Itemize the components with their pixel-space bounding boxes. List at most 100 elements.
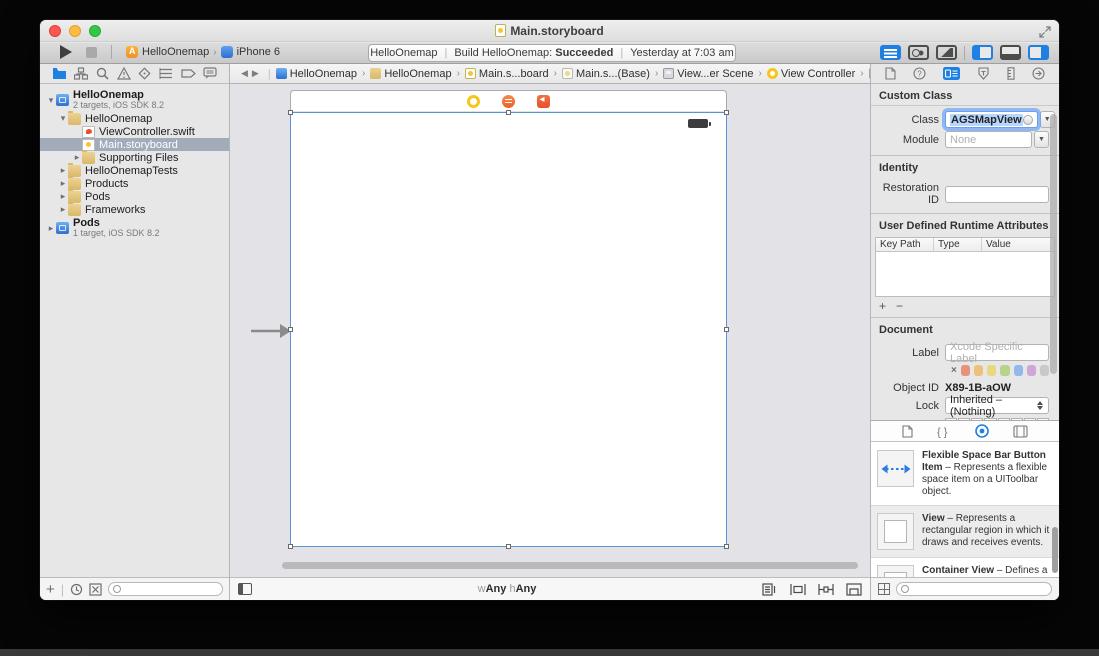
resize-handle-left[interactable] [288, 326, 293, 332]
back-button[interactable]: ◀ [241, 68, 252, 78]
document-label-field[interactable]: Xcode Specific Label [945, 341, 1049, 365]
column-key-path[interactable]: Key Path [876, 238, 934, 251]
standard-editor-button[interactable] [880, 45, 901, 60]
resize-handle-top-right[interactable] [724, 110, 729, 115]
library-item-flexible-space[interactable]: Flexible Space Bar Button Item – Represe… [871, 443, 1059, 506]
library-view-mode-icon[interactable] [878, 583, 890, 595]
identity-inspector-tab-selected[interactable] [943, 67, 960, 80]
first-responder-dock-icon[interactable] [502, 94, 515, 108]
clear-color-button[interactable]: × [951, 365, 957, 376]
toggle-navigator-button[interactable] [972, 45, 993, 60]
color-swatch-orange[interactable] [974, 365, 984, 376]
recent-files-filter-icon[interactable] [70, 583, 83, 596]
forward-button[interactable]: ▶ [252, 68, 263, 78]
map-view-selected[interactable] [288, 110, 729, 549]
tree-row-frameworks[interactable]: ▸ Frameworks [40, 201, 229, 216]
storyboard-canvas[interactable] [230, 84, 870, 577]
symbol-navigator-tab[interactable] [74, 67, 89, 80]
disclosure-triangle[interactable]: ▸ [46, 223, 56, 234]
color-swatch-red[interactable] [960, 365, 971, 376]
resize-handle-bottom-center[interactable] [505, 544, 511, 549]
color-swatch-yellow[interactable] [987, 365, 997, 376]
inspector-scrollbar[interactable] [1050, 114, 1057, 374]
version-editor-button[interactable] [936, 45, 957, 60]
run-button[interactable] [60, 45, 72, 59]
stop-button[interactable] [86, 46, 97, 58]
horizontal-scrollbar[interactable] [282, 562, 858, 569]
module-dropdown-button[interactable]: ▼ [1034, 131, 1049, 148]
file-template-library-tab[interactable] [902, 424, 913, 438]
disclosure-triangle[interactable]: ▸ [72, 152, 82, 163]
library-filter-field[interactable] [896, 582, 1052, 596]
tree-row-project-pods[interactable]: ▸ Pods 1 target, iOS SDK 8.2 [40, 216, 229, 240]
issue-navigator-tab[interactable] [116, 67, 131, 80]
view-controller-dock-icon[interactable] [467, 94, 480, 108]
library-item-container-view[interactable]: Container View – Defines a region of a v… [871, 558, 1059, 577]
toggle-utilities-button[interactable] [1028, 45, 1049, 60]
restoration-id-field[interactable] [945, 185, 1049, 203]
document-outline-toggle[interactable] [238, 583, 252, 595]
library-item-view[interactable]: View – Represents a rectangular region i… [871, 506, 1059, 558]
resize-handle-bottom-left[interactable] [288, 544, 293, 549]
breadcrumb-project[interactable]: HelloOnemap [275, 68, 357, 80]
column-type[interactable]: Type [934, 238, 982, 251]
quick-help-inspector-tab[interactable]: ? [913, 67, 926, 80]
search-navigator-tab[interactable] [96, 67, 109, 80]
resize-handle-right[interactable] [724, 326, 729, 332]
disclosure-triangle[interactable]: ▸ [58, 191, 68, 202]
test-navigator-tab[interactable] [138, 67, 151, 80]
color-swatch-gray[interactable] [1039, 365, 1050, 376]
tree-row-viewcontroller-swift[interactable]: ViewController.swift [40, 125, 229, 138]
project-navigator-tab[interactable] [52, 67, 67, 80]
debug-navigator-tab[interactable] [159, 67, 173, 80]
align-button[interactable] [790, 583, 806, 596]
object-library-tab-selected[interactable] [975, 424, 989, 438]
breadcrumb-scene[interactable]: View...er Scene [663, 68, 754, 80]
exit-dock-icon[interactable] [537, 94, 550, 108]
resize-handle-top-left[interactable] [288, 110, 293, 115]
class-combo-icon[interactable] [1022, 114, 1033, 125]
remove-attribute-button[interactable]: − [896, 299, 903, 313]
tree-row-project-helloonemap[interactable]: ▾ HelloOnemap 2 targets, iOS SDK 8.2 [40, 88, 229, 112]
attributes-inspector-tab[interactable] [977, 67, 990, 80]
toggle-debug-area-button[interactable] [1000, 45, 1021, 60]
navigator-filter-field[interactable] [108, 582, 223, 596]
add-attribute-button[interactable]: + [879, 299, 886, 313]
scheme-selector[interactable]: HelloOnemap › iPhone 6 [126, 46, 280, 58]
library-scrollbar[interactable] [1052, 527, 1058, 573]
assistant-editor-button[interactable] [908, 45, 929, 60]
tree-row-main-storyboard[interactable]: Main.storyboard [40, 138, 229, 151]
disclosure-triangle[interactable]: ▸ [58, 204, 68, 215]
add-file-button[interactable]: + [46, 581, 55, 598]
breadcrumb-storyboard-base[interactable]: Main.s...(Base) [561, 68, 650, 80]
tree-row-group-helloonemap[interactable]: ▾ HelloOnemap [40, 110, 229, 125]
report-navigator-tab[interactable] [203, 67, 217, 80]
disclosure-triangle[interactable]: ▾ [58, 113, 68, 124]
connections-inspector-tab[interactable] [1032, 67, 1045, 80]
scm-status-filter-icon[interactable] [89, 582, 102, 596]
disclosure-triangle[interactable]: ▸ [58, 165, 68, 176]
color-swatch-purple[interactable] [1026, 365, 1036, 376]
stack-button[interactable] [762, 582, 778, 596]
resolve-auto-layout-button[interactable] [846, 582, 862, 596]
resize-handle-top-center[interactable] [505, 110, 511, 115]
file-inspector-tab[interactable] [885, 67, 896, 80]
resize-handle-bottom-right[interactable] [724, 544, 729, 549]
size-inspector-tab[interactable] [1007, 67, 1015, 80]
code-snippet-library-tab[interactable]: { } [937, 425, 951, 438]
disclosure-triangle[interactable]: ▸ [58, 178, 68, 189]
class-field[interactable]: AGSMapView [945, 111, 1038, 128]
fullscreen-icon[interactable] [1039, 26, 1051, 38]
column-value[interactable]: Value [982, 238, 1054, 251]
module-field[interactable]: None [945, 131, 1032, 148]
breadcrumb-storyboard[interactable]: Main.s...board [464, 68, 549, 80]
breadcrumb-view-controller[interactable]: View Controller [766, 68, 855, 80]
breakpoint-navigator-tab[interactable] [180, 67, 196, 80]
runtime-attributes-body[interactable] [876, 252, 1054, 296]
lock-dropdown[interactable]: Inherited – (Nothing) [945, 394, 1049, 418]
pin-button[interactable] [818, 583, 834, 596]
color-swatch-green[interactable] [1000, 365, 1010, 376]
size-class-control[interactable]: wAny hAny [252, 583, 762, 595]
initial-view-controller-arrow[interactable] [250, 322, 292, 340]
media-library-tab[interactable] [1013, 424, 1028, 438]
